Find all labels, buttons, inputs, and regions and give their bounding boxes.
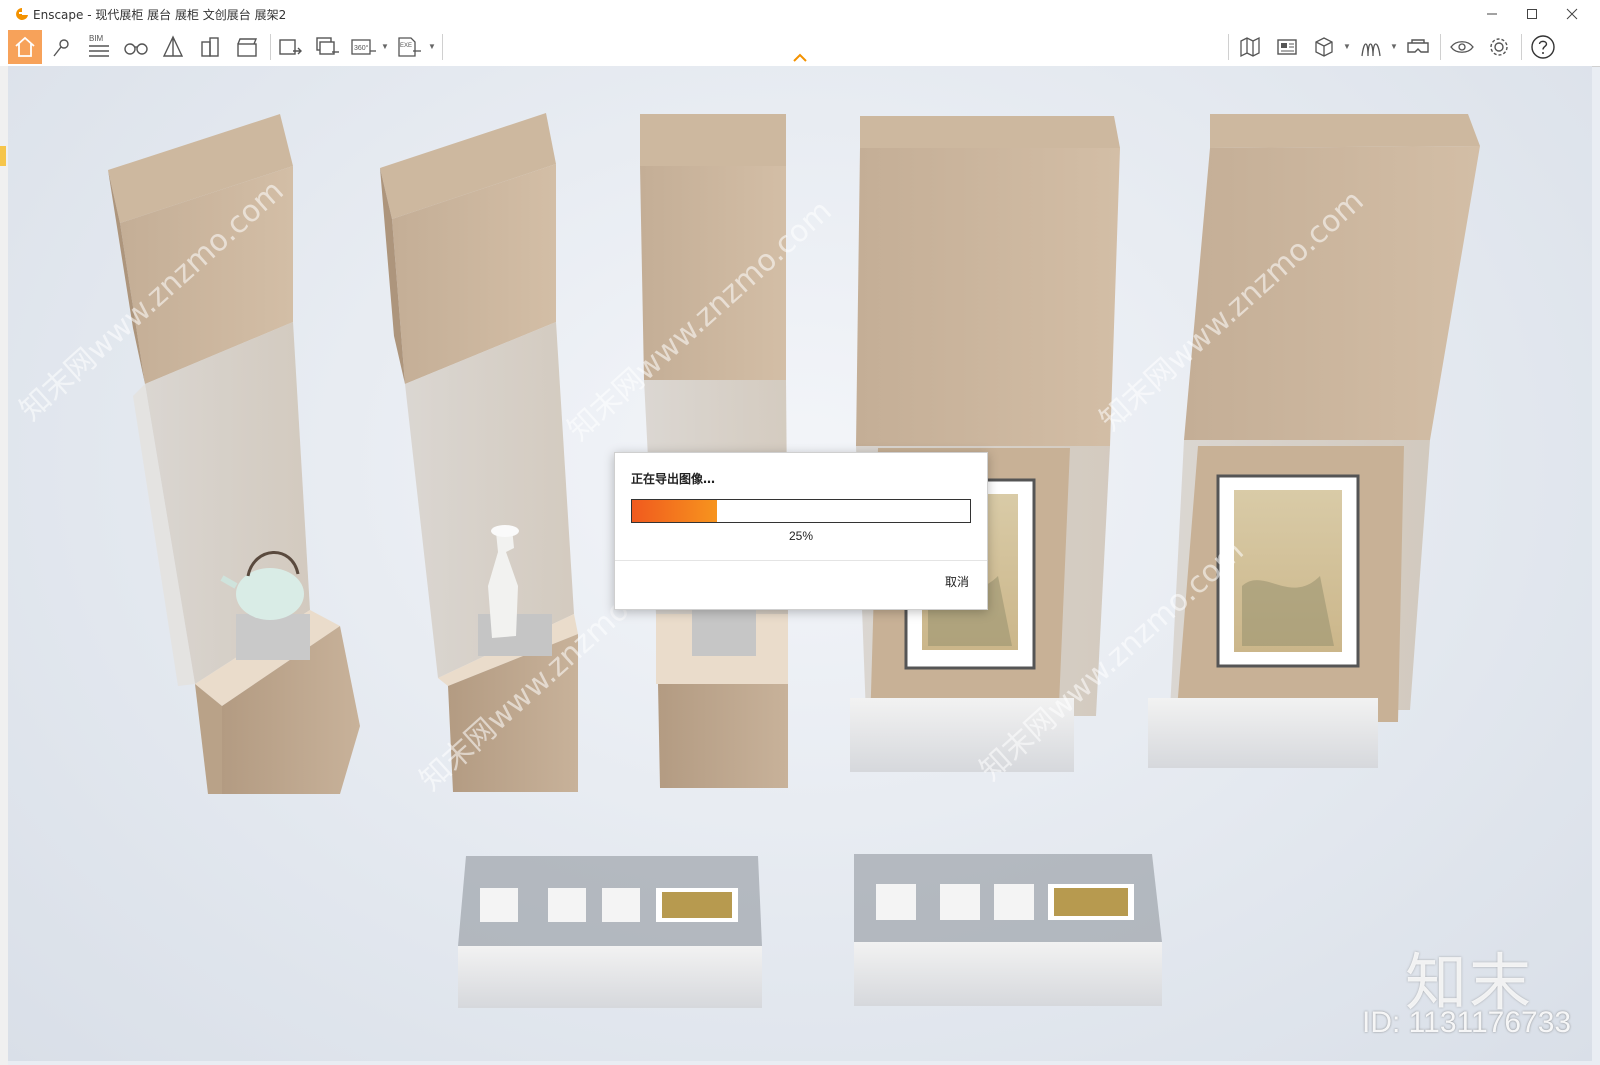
watermark-id: ID: 1131176733 bbox=[1362, 1006, 1572, 1039]
exe-export-button[interactable]: EXE bbox=[393, 30, 427, 64]
asset-library-button[interactable] bbox=[1270, 30, 1304, 64]
pano-label: 360° bbox=[354, 44, 369, 52]
cube-view-button[interactable] bbox=[1307, 30, 1341, 64]
perspective-button[interactable] bbox=[156, 30, 190, 64]
binoculars-icon bbox=[124, 43, 148, 55]
home-icon bbox=[15, 36, 35, 57]
toolbar-separator bbox=[1521, 34, 1522, 60]
toolbar-separator bbox=[442, 34, 443, 60]
screenshot-button[interactable] bbox=[273, 30, 307, 64]
bim-icon: BIM bbox=[89, 34, 109, 57]
clapperboard-button[interactable] bbox=[230, 30, 264, 64]
progress-percent: 25% bbox=[788, 529, 814, 543]
export-progress-bar bbox=[631, 499, 971, 523]
close-icon bbox=[1566, 8, 1578, 20]
help-icon bbox=[1531, 35, 1555, 59]
cancel-button[interactable]: 取消 bbox=[945, 573, 969, 590]
screenshot-export-icon bbox=[279, 39, 302, 55]
minimize-icon bbox=[1487, 13, 1497, 15]
location-pin-icon bbox=[53, 39, 69, 57]
batch-render-button[interactable] bbox=[310, 30, 344, 64]
clapperboard-icon bbox=[237, 38, 258, 57]
table-case-right bbox=[854, 854, 1162, 1006]
maximize-icon bbox=[1527, 9, 1537, 19]
bim-button[interactable]: BIM bbox=[82, 30, 116, 64]
settings-button[interactable] bbox=[1482, 30, 1516, 64]
left-edge-marker bbox=[0, 146, 6, 166]
enscape-logo-icon bbox=[16, 8, 28, 20]
asset-library-icon bbox=[1277, 39, 1297, 55]
toolbar-separator bbox=[1440, 34, 1441, 60]
material-icon bbox=[1361, 43, 1381, 57]
close-button[interactable] bbox=[1552, 2, 1592, 26]
enscape-window: Enscape - 现代展柜 展台 展柜 文创展台 展架2 BIM 360° ▼… bbox=[0, 0, 1600, 1065]
location-button[interactable] bbox=[45, 30, 79, 64]
map-icon bbox=[1240, 36, 1260, 58]
export-progress-dialog: 正在导出图像… 25% 取消 bbox=[614, 452, 988, 610]
table-case-left bbox=[458, 856, 762, 1008]
dialog-divider bbox=[615, 560, 987, 561]
left-edge-panel bbox=[0, 66, 8, 1065]
title-bar: Enscape - 现代展柜 展台 展柜 文创展台 展架2 bbox=[0, 0, 1600, 28]
exe-dropdown-caret[interactable]: ▼ bbox=[428, 42, 436, 51]
map-button[interactable] bbox=[1233, 30, 1267, 64]
panorama-button[interactable]: 360° bbox=[347, 30, 381, 64]
vr-button[interactable] bbox=[1401, 30, 1435, 64]
exe-export-icon: EXE bbox=[398, 37, 421, 57]
toolbar-separator bbox=[1228, 34, 1229, 60]
help-button[interactable] bbox=[1526, 30, 1560, 64]
progress-bar-fill bbox=[632, 500, 717, 522]
exe-label: EXE bbox=[400, 43, 412, 49]
material-dropdown-caret[interactable]: ▼ bbox=[1390, 42, 1398, 51]
pedestal-box bbox=[640, 114, 788, 788]
panorama-dropdown-caret[interactable]: ▼ bbox=[381, 42, 389, 51]
building-button[interactable] bbox=[193, 30, 227, 64]
window-title: Enscape - 现代展柜 展台 展柜 文创展台 展架2 bbox=[33, 8, 287, 22]
collapse-toolbar-chevron-up-icon[interactable] bbox=[791, 50, 809, 64]
home-button[interactable] bbox=[8, 30, 42, 64]
visual-settings-button[interactable] bbox=[1445, 30, 1479, 64]
cube-dropdown-caret[interactable]: ▼ bbox=[1343, 42, 1351, 51]
cube-view-icon bbox=[1315, 37, 1333, 57]
vr-headset-icon bbox=[1407, 39, 1429, 53]
toolbar-separator bbox=[270, 34, 271, 60]
maximize-button[interactable] bbox=[1512, 2, 1552, 26]
bim-label: BIM bbox=[89, 34, 104, 43]
minimize-button[interactable] bbox=[1472, 2, 1512, 26]
binoculars-button[interactable] bbox=[119, 30, 153, 64]
panorama-360-icon: 360° bbox=[351, 39, 376, 55]
gear-icon bbox=[1490, 38, 1508, 56]
perspective-icon bbox=[162, 35, 184, 57]
batch-render-icon bbox=[316, 37, 339, 55]
building-icon bbox=[201, 37, 219, 57]
dialog-title: 正在导出图像… bbox=[631, 472, 716, 486]
material-button[interactable] bbox=[1354, 30, 1388, 64]
visual-settings-icon bbox=[1450, 41, 1474, 53]
